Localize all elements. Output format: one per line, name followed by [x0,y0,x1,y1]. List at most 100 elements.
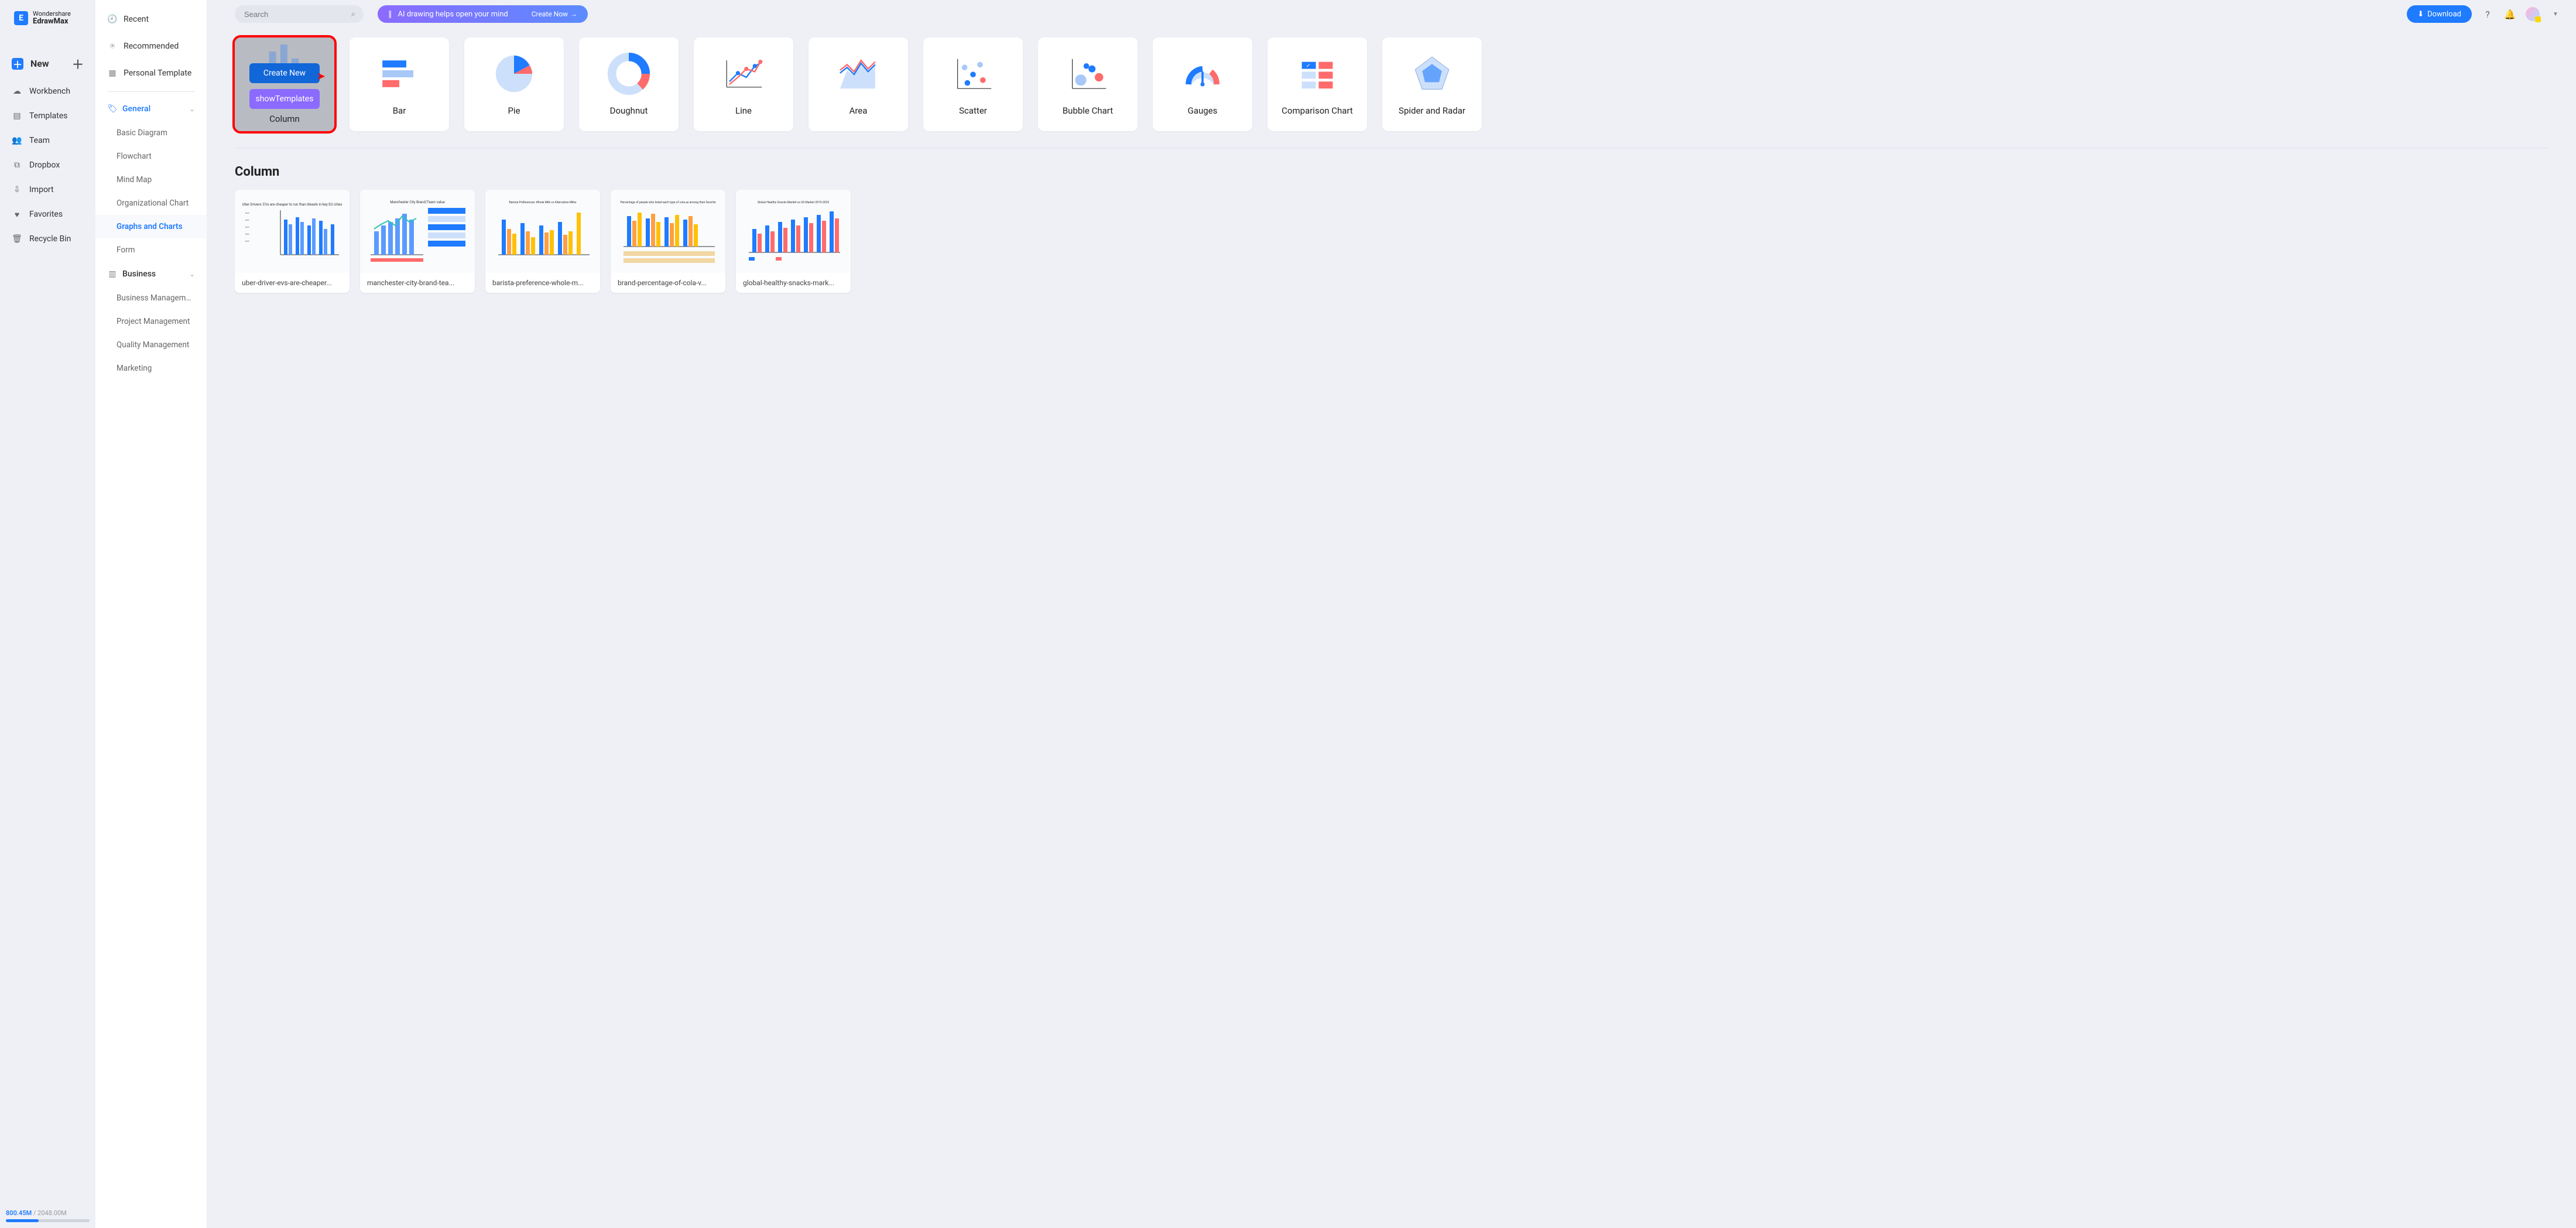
nav-label: Favorites [29,210,63,219]
sub-flowchart[interactable]: Flowchart [95,145,207,168]
banner-cta[interactable]: Create Now → [532,10,577,18]
type-label: Spider and Radar [1399,105,1465,116]
sidebar-item-team[interactable]: 👥 Team [0,128,95,153]
svg-text:Global Healthy Snacks Market v: Global Healthy Snacks Market vs US Marke… [758,201,829,204]
create-new-button[interactable]: Create New ➤ [249,63,320,83]
template-card[interactable]: Manchester City Brand/Team value manches… [360,190,475,293]
type-card-area[interactable]: Area [809,37,908,131]
team-icon: 👥 [12,135,22,146]
bell-icon[interactable]: 🔔 [2503,8,2516,20]
svg-text:text: text [245,211,249,214]
template-thumbnail: Barista Preferences: Whole Milk vs Alter… [485,190,600,273]
sidebar-item-import[interactable]: ⇩ Import [0,177,95,202]
avatar[interactable] [2526,7,2540,21]
type-card-scatter[interactable]: Scatter [923,37,1023,131]
storage-indicator: 800.45M / 2048.00M [6,1209,90,1222]
add-icon[interactable]: ＋ [72,55,84,72]
template-label: barista-preference-whole-m... [485,273,600,293]
type-card-comparison[interactable]: ✓ Comparison Chart [1268,37,1367,131]
arrow-right-icon: → [570,10,577,18]
type-card-bubble[interactable]: Bubble Chart [1038,37,1138,131]
search-box[interactable]: ⌕ [235,5,364,23]
section-title: Column [235,165,2548,179]
search-input[interactable] [243,9,351,19]
sidebar-item-recommended[interactable]: ⍟ Recommended [95,33,207,60]
type-card-spider[interactable]: Spider and Radar [1382,37,1482,131]
sub-organizational-chart[interactable]: Organizational Chart [95,191,207,215]
download-icon: ⬇ [2417,10,2424,19]
sidebar-item-dropbox[interactable]: ⧉ Dropbox [0,153,95,177]
ai-banner[interactable]: ∥ AI drawing helps open your mind Create… [378,5,588,23]
sub-business-management[interactable]: Business Management [95,286,207,310]
show-templates-button[interactable]: showTemplates [249,89,320,109]
sub-basic-diagram[interactable]: Basic Diagram [95,121,207,145]
scatter-chart-icon [952,53,994,95]
sub-project-management[interactable]: Project Management [95,310,207,333]
type-label: Bubble Chart [1063,105,1113,116]
radar-chart-icon [1411,53,1453,95]
type-label: Scatter [959,105,987,116]
sidebar-item-recycle[interactable]: 🗑 Recycle Bin [0,227,95,251]
sub-form[interactable]: Form [95,238,207,262]
app-logo: E Wondershare EdrawMax [0,6,95,33]
doc-icon: ▦ [107,68,118,78]
download-button[interactable]: ⬇ Download [2407,5,2472,23]
new-button[interactable]: ＋ New ＋ [0,48,95,79]
brand-sub: Wondershare [33,11,71,18]
type-card-gauges[interactable]: Gauges [1153,37,1252,131]
sidebar-item-recent[interactable]: 🕘 Recent [95,6,207,33]
type-label: Comparison Chart [1282,105,1353,116]
banner-text: AI drawing helps open your mind [398,10,508,19]
sub-graphs-charts[interactable]: Graphs and Charts [95,215,207,238]
caret-down-icon[interactable]: ▼ [2549,8,2562,20]
heart-icon: ♥ [12,209,22,220]
plus-icon: ＋ [12,58,23,70]
sidebar-item-personal-template[interactable]: ▦ Personal Template [95,60,207,87]
group-business[interactable]: ▥ Business ⌄ [95,262,207,286]
svg-text:Manchester City Brand/Team val: Manchester City Brand/Team value [390,200,445,204]
template-card[interactable]: Uber Drivers: EVs are cheaper to run tha… [235,190,350,293]
help-icon[interactable]: ? [2481,8,2494,20]
pie-chart-icon [493,53,535,95]
new-label: New [30,58,49,69]
sidebar-item-templates[interactable]: ▤ Templates [0,104,95,128]
template-card[interactable]: Barista Preferences: Whole Milk vs Alter… [485,190,600,293]
brand-main: EdrawMax [33,18,71,26]
storage-used: 800.45M [6,1209,32,1217]
template-row: Uber Drivers: EVs are cheaper to run tha… [235,190,2548,293]
sub-quality-management[interactable]: Quality Management [95,333,207,357]
type-card-bar[interactable]: Bar [350,37,449,131]
template-label: manchester-city-brand-tea... [360,273,475,293]
import-icon: ⇩ [12,184,22,195]
nav-label: Templates [29,111,68,121]
template-card[interactable]: Global Healthy Snacks Market vs US Marke… [736,190,851,293]
svg-text:✓: ✓ [1306,63,1311,69]
type-card-column[interactable]: Create New ➤ showTemplates Column [235,37,334,131]
dropbox-icon: ⧉ [12,160,22,170]
cloud-icon: ☁ [12,86,22,97]
sparkle-icon: ∥ [388,10,392,19]
template-thumbnail: Global Healthy Snacks Market vs US Marke… [736,190,851,273]
template-thumbnail: Uber Drivers: EVs are cheaper to run tha… [235,190,350,273]
template-icon: ▤ [12,111,22,121]
trash-icon: 🗑 [12,234,22,244]
type-card-line[interactable]: Line [694,37,793,131]
svg-text:text: text [245,218,249,221]
type-label: Doughnut [610,105,648,116]
template-thumbnail: Percentage of people who listed each typ… [611,190,725,273]
group-general[interactable]: 🏷 General ⌄ [95,97,207,121]
type-label: Area [849,105,868,116]
cursor-arrow-icon: ➤ [317,70,326,83]
sidebar-item-workbench[interactable]: ☁ Workbench [0,79,95,104]
sidebar-item-favorites[interactable]: ♥ Favorites [0,202,95,227]
line-chart-icon [722,53,765,95]
template-card[interactable]: Percentage of people who listed each typ… [611,190,725,293]
bubble-chart-icon [1067,53,1109,95]
sub-marketing[interactable]: Marketing [95,357,207,380]
sub-mind-map[interactable]: Mind Map [95,168,207,191]
nav-label: Workbench [29,87,70,96]
type-card-doughnut[interactable]: Doughnut [579,37,679,131]
type-card-pie[interactable]: Pie [464,37,564,131]
template-label: uber-driver-evs-are-cheaper... [235,273,350,293]
svg-text:Barista Preferences: Whole Mil: Barista Preferences: Whole Milk vs Alter… [509,200,576,204]
